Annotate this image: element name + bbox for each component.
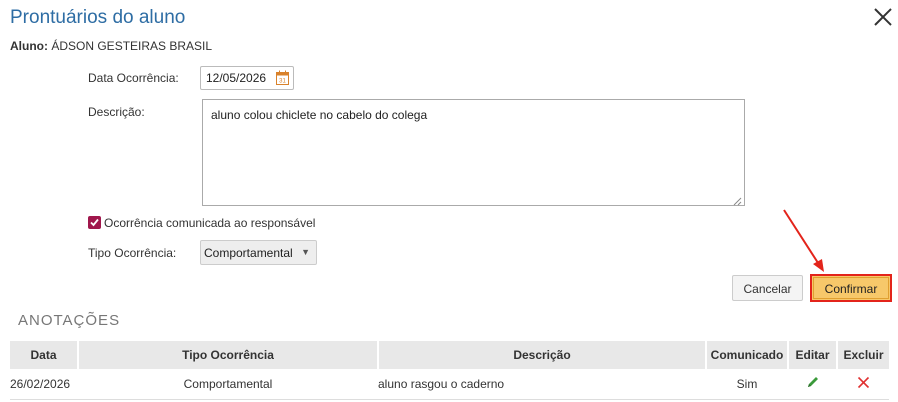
confirm-button[interactable]: Confirmar <box>810 274 892 302</box>
edit-cell <box>788 369 837 400</box>
description-label: Descrição: <box>88 105 145 119</box>
cancel-button[interactable]: Cancelar <box>732 275 803 301</box>
communicated-checkbox[interactable] <box>88 216 101 229</box>
delete-cell <box>837 369 889 400</box>
confirm-button-label: Confirmar <box>824 282 878 296</box>
dialog-title: Prontuários do aluno <box>10 7 186 28</box>
table-row: 26/02/2026 Comportamental aluno rasgou o… <box>10 369 889 400</box>
col-header-date[interactable]: Data <box>10 341 78 369</box>
cell-communicated: Sim <box>706 369 788 400</box>
svg-text:31: 31 <box>279 79 286 85</box>
table-header-row: Data Tipo Ocorrência Descrição Comunicad… <box>10 341 889 369</box>
student-label: Aluno: <box>10 39 48 53</box>
pencil-icon[interactable] <box>806 377 820 392</box>
communicated-label[interactable]: Ocorrência comunicada ao responsável <box>104 216 315 230</box>
annotations-title: ANOTAÇÕES <box>18 312 121 329</box>
student-info: Aluno: ÁDSON GESTEIRAS BRASIL <box>10 39 212 53</box>
col-header-edit: Editar <box>787 341 837 369</box>
date-label: Data Ocorrência: <box>88 71 179 85</box>
col-header-delete: Excluir <box>836 341 889 369</box>
type-value: Comportamental <box>204 246 293 260</box>
description-textarea[interactable]: aluno colou chiclete no cabelo do colega <box>202 99 745 206</box>
cell-description: aluno rasgou o caderno <box>378 369 706 400</box>
type-select[interactable]: Comportamental ▼ <box>200 240 317 265</box>
annotation-arrow-icon <box>783 209 824 272</box>
cell-type: Comportamental <box>78 369 378 400</box>
col-header-description[interactable]: Descrição <box>377 341 706 369</box>
dropdown-arrow-icon: ▼ <box>301 247 310 257</box>
col-header-communicated[interactable]: Comunicado <box>705 341 788 369</box>
student-name: ÁDSON GESTEIRAS BRASIL <box>51 39 213 53</box>
date-value: 12/05/2026 <box>206 71 267 85</box>
type-label: Tipo Ocorrência: <box>88 246 177 260</box>
x-icon[interactable] <box>857 376 870 392</box>
date-field[interactable]: 12/05/2026 31 <box>200 66 294 90</box>
calendar-icon[interactable]: 31 <box>276 70 289 85</box>
resize-grip-icon[interactable] <box>733 194 742 206</box>
col-header-type[interactable]: Tipo Ocorrência <box>77 341 378 369</box>
annotations-table: Data Tipo Ocorrência Descrição Comunicad… <box>10 341 889 400</box>
close-icon[interactable] <box>872 6 894 28</box>
cell-date: 26/02/2026 <box>10 369 78 400</box>
